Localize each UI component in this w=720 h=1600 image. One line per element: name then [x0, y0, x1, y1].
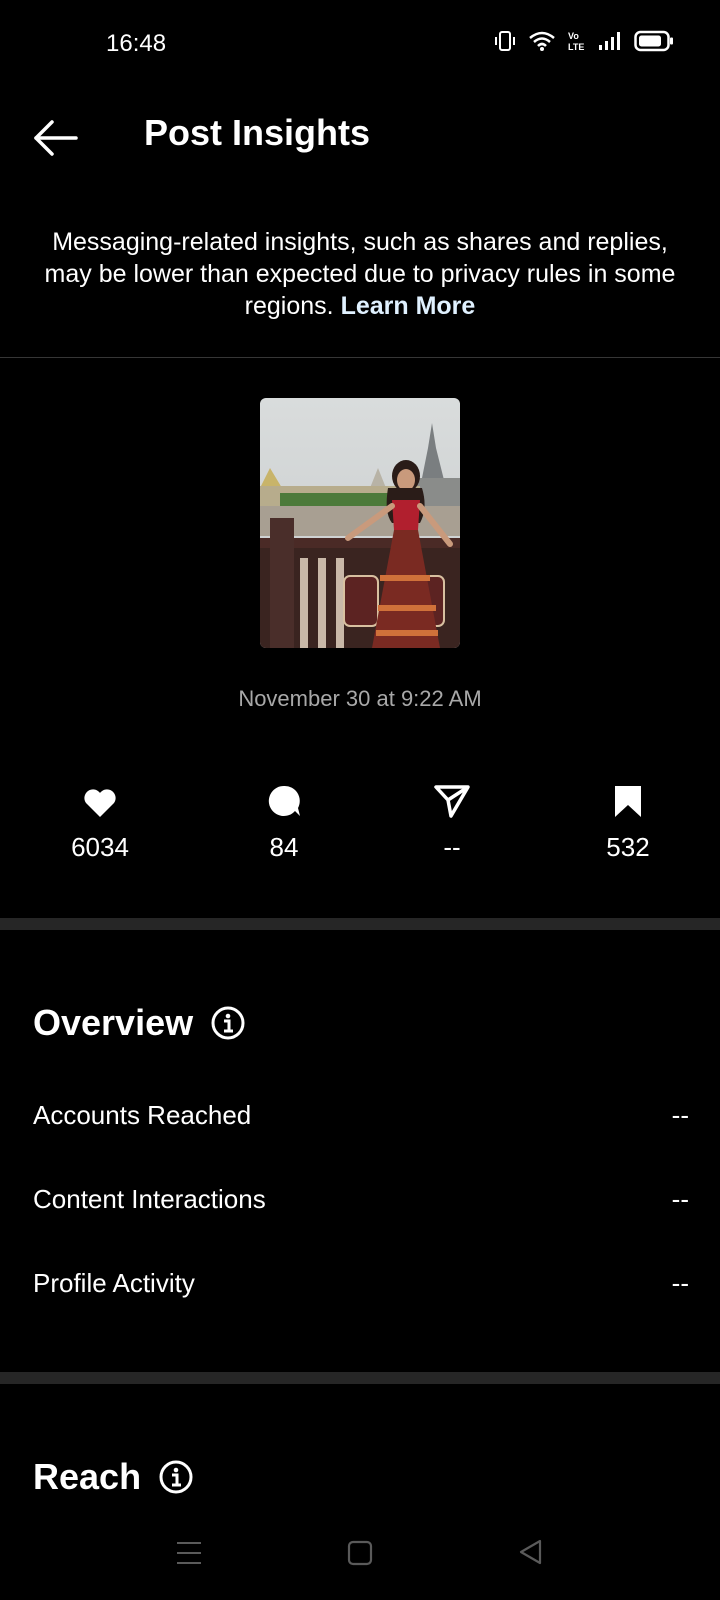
overview-row-profile-activity[interactable]: Profile Activity --: [33, 1268, 689, 1299]
signal-icon: [599, 32, 620, 50]
comment-icon: [268, 785, 300, 816]
vibrate-icon: [495, 31, 515, 51]
row-value: --: [671, 1100, 689, 1130]
comments-metric: 84: [214, 778, 354, 863]
shares-metric: --: [382, 778, 522, 863]
comments-count: 84: [269, 832, 299, 862]
svg-text:Vo: Vo: [568, 31, 579, 41]
system-nav-bar: [0, 1520, 720, 1590]
divider: [0, 357, 720, 358]
home-icon[interactable]: [347, 1540, 373, 1566]
battery-icon: [634, 30, 673, 52]
back-nav-icon[interactable]: [518, 1538, 544, 1566]
info-icon[interactable]: [211, 1006, 245, 1040]
page-title: Post Insights: [144, 112, 371, 153]
row-label: Accounts Reached: [33, 1100, 252, 1130]
wifi-icon: [529, 31, 555, 51]
reach-title: Reach: [33, 1456, 142, 1497]
post-date: November 30 at 9:22 AM: [238, 686, 482, 711]
row-label: Content Interactions: [33, 1184, 266, 1214]
status-time: 16:48: [106, 30, 167, 57]
heart-icon: [84, 789, 116, 817]
saves-count: 532: [606, 832, 650, 862]
row-value: --: [671, 1268, 689, 1298]
reach-heading: Reach: [33, 1456, 193, 1498]
menu-icon[interactable]: [176, 1540, 202, 1566]
status-icons: Vo LTE: [494, 30, 674, 52]
learn-more-link[interactable]: Learn More: [341, 292, 476, 320]
post-photo: [260, 398, 460, 648]
volte-icon: Vo LTE: [568, 31, 584, 52]
shares-count: --: [443, 832, 461, 862]
share-icon: [434, 785, 470, 818]
svg-text:LTE: LTE: [568, 42, 584, 52]
privacy-notice: Messaging-related insights, such as shar…: [40, 226, 680, 322]
info-icon[interactable]: [159, 1460, 193, 1494]
arrow-left-icon: [34, 120, 78, 156]
bookmark-icon: [615, 786, 641, 817]
row-value: --: [671, 1184, 689, 1214]
overview-row-accounts-reached[interactable]: Accounts Reached --: [33, 1100, 689, 1131]
section-divider: [0, 1372, 720, 1384]
overview-heading: Overview: [33, 1002, 245, 1044]
overview-row-content-interactions[interactable]: Content Interactions --: [33, 1184, 689, 1215]
row-label: Profile Activity: [33, 1268, 195, 1298]
saves-metric: 532: [558, 778, 698, 863]
back-button[interactable]: [30, 112, 82, 164]
section-divider: [0, 918, 720, 930]
likes-metric: 6034: [30, 778, 170, 863]
overview-title: Overview: [33, 1002, 194, 1043]
post-thumbnail[interactable]: [260, 398, 460, 648]
likes-count: 6034: [71, 832, 129, 862]
